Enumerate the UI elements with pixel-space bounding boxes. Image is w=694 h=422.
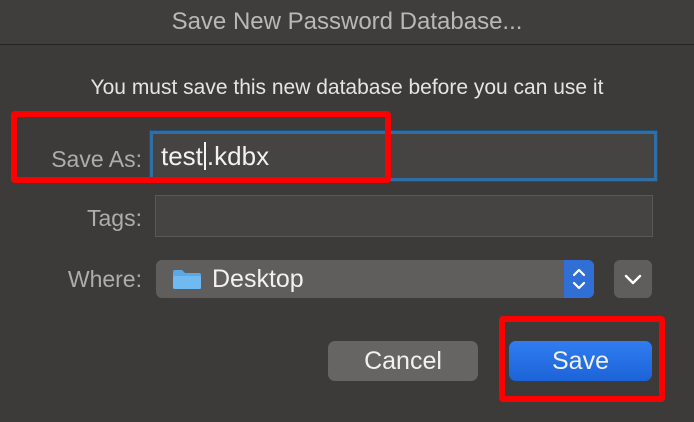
- up-down-chevron-icon[interactable]: [564, 260, 594, 298]
- highlight-save-button: [499, 316, 665, 402]
- dialog-title: Save New Password Database...: [0, 0, 694, 45]
- where-value: Desktop: [212, 265, 304, 293]
- expand-browser-button[interactable]: [614, 260, 652, 298]
- highlight-save-as: [11, 111, 391, 183]
- chevron-down-icon: [624, 274, 642, 285]
- where-popup[interactable]: Desktop: [156, 260, 594, 298]
- tags-field[interactable]: [155, 195, 653, 237]
- stepper-glyph: [572, 268, 586, 290]
- dialog-message: You must save this new database before y…: [90, 76, 604, 99]
- where-label: Where:: [67, 266, 142, 292]
- folder-icon: [173, 270, 201, 289]
- save-dialog: Save New Password Database... You must s…: [0, 0, 694, 422]
- tags-label: Tags:: [87, 205, 142, 231]
- cancel-button[interactable]: Cancel: [328, 341, 478, 381]
